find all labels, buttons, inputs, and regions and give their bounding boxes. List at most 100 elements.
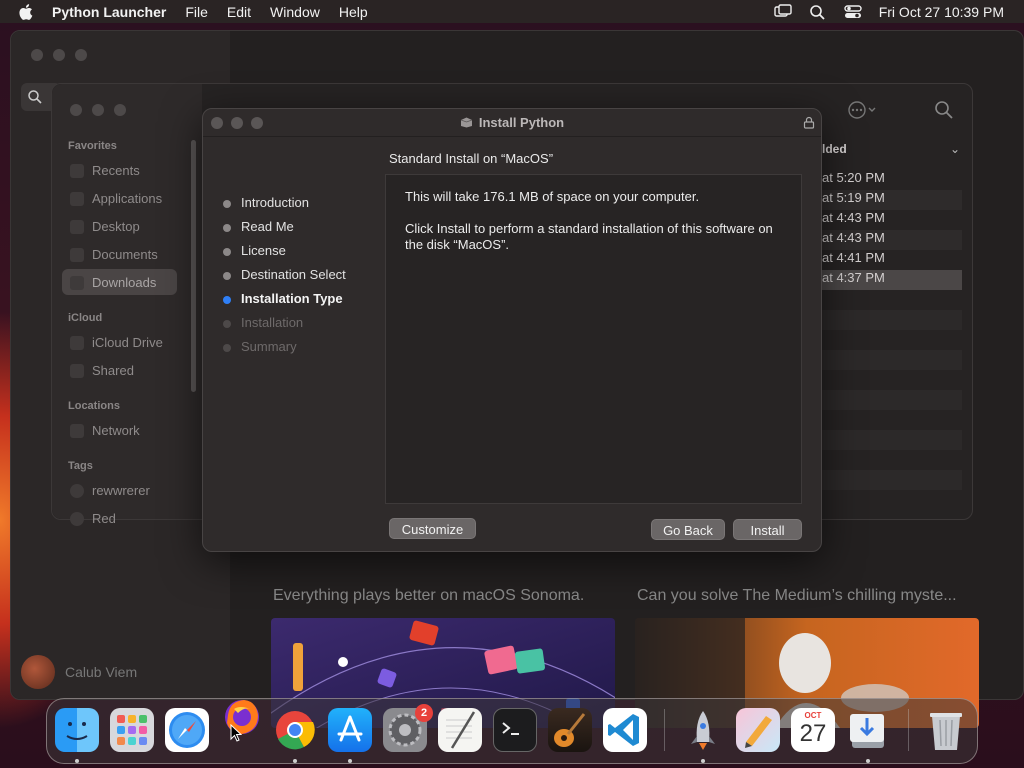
sidebar-item-tag-rewwrerer[interactable]: rewwrerer <box>70 483 150 498</box>
app-store-dock-icon[interactable] <box>328 708 372 752</box>
sidebar-item-documents[interactable]: Documents <box>70 247 158 262</box>
lock-icon[interactable] <box>803 116 815 129</box>
downloads-icon <box>70 276 84 290</box>
menu-help[interactable]: Help <box>339 4 368 20</box>
textedit-icon <box>446 711 476 749</box>
file-row-selected[interactable]: at 4:37 PM <box>822 270 962 290</box>
calendar-month: OCT <box>804 711 822 720</box>
sidebar-item-label: Downloads <box>92 275 157 290</box>
step-bullet <box>223 272 231 280</box>
sidebar-item-network[interactable]: Network <box>70 423 140 438</box>
mouse-cursor-icon <box>230 724 242 742</box>
zoom-button[interactable] <box>75 49 87 61</box>
sidebar-section-favorites: Favorites <box>68 140 117 152</box>
terminal-icon <box>502 722 519 735</box>
sidebar-item-recents[interactable]: Recents <box>70 163 140 178</box>
installer-title-text: Install Python <box>478 115 565 130</box>
sidebar-item-downloads[interactable]: Downloads <box>70 275 157 290</box>
step-label: License <box>241 243 286 258</box>
close-button[interactable] <box>70 104 82 116</box>
empty-row <box>822 430 962 450</box>
close-button[interactable] <box>31 49 43 61</box>
launchpad-dock-icon[interactable] <box>110 708 154 752</box>
running-indicator <box>866 759 870 763</box>
empty-row <box>822 470 962 490</box>
vscode-icon <box>608 714 639 746</box>
sidebar-section-locations: Locations <box>68 400 120 412</box>
step-label: Installation <box>241 315 304 330</box>
launchpad-grid-icon <box>117 715 147 745</box>
file-row[interactable]: at 5:20 PM <box>822 170 962 190</box>
terminal-dock-icon[interactable] <box>493 708 537 752</box>
file-row[interactable]: at 5:19 PM <box>822 190 962 210</box>
garageband-dock-icon[interactable] <box>548 708 592 752</box>
step-bullet-active <box>223 296 231 304</box>
customize-button[interactable]: Customize <box>389 518 476 539</box>
sidebar-item-label: Red <box>92 511 116 526</box>
calendar-day: 27 <box>799 720 827 747</box>
file-row[interactable]: at 4:43 PM <box>822 230 962 250</box>
chrome-icon <box>276 711 315 750</box>
control-center-icon[interactable] <box>844 4 862 20</box>
store-caption-sonoma[interactable]: Everything plays better on macOS Sonoma. <box>273 587 584 605</box>
menu-window[interactable]: Window <box>270 4 320 20</box>
sidebar-section-icloud: iCloud <box>68 312 103 324</box>
compass-icon <box>169 712 205 748</box>
screen-mirroring-icon[interactable] <box>774 3 792 20</box>
finder-dock-icon[interactable] <box>55 708 99 752</box>
calendar-dock-icon[interactable]: OCT 27 <box>791 708 835 752</box>
step-installation-type: Installation Type <box>223 291 346 315</box>
sidebar-item-applications[interactable]: Applications <box>70 191 162 206</box>
sidebar-item-label: rewwrerer <box>92 483 150 498</box>
file-row[interactable]: at 4:43 PM <box>822 210 962 230</box>
minimize-button[interactable] <box>92 104 104 116</box>
sidebar-item-label: Desktop <box>92 219 140 234</box>
safari-dock-icon[interactable] <box>165 708 209 752</box>
sidebar-item-label: Shared <box>92 363 134 378</box>
sidebar-item-desktop[interactable]: Desktop <box>70 219 140 234</box>
minimize-button[interactable] <box>53 49 65 61</box>
sidebar-item-shared[interactable]: Shared <box>70 363 134 378</box>
vscode-dock-icon[interactable] <box>603 708 647 752</box>
dock: 2 OCT 27 <box>46 698 978 764</box>
file-date: at 4:37 PM <box>822 270 885 285</box>
install-button[interactable]: Install <box>733 519 802 540</box>
sidebar-item-tag-red[interactable]: Red <box>70 511 116 526</box>
menu-bar-clock[interactable]: Fri Oct 27 10:39 PM <box>879 4 1004 20</box>
textedit-dock-icon[interactable] <box>438 708 482 752</box>
space-required-text: This will take 176.1 MB of space on your… <box>405 189 700 204</box>
chrome-dock-icon[interactable] <box>273 708 317 752</box>
file-row[interactable]: at 4:41 PM <box>822 250 962 270</box>
tag-icon <box>70 484 84 498</box>
zoom-button[interactable] <box>114 104 126 116</box>
sidebar-item-icloud-drive[interactable]: iCloud Drive <box>70 335 163 350</box>
rocket-typist-dock-icon[interactable] <box>681 708 725 752</box>
apple-menu-icon[interactable] <box>18 3 36 21</box>
more-actions-icon[interactable] <box>847 100 877 120</box>
firefox-dock-icon[interactable] <box>220 695 264 739</box>
user-account[interactable]: Calub Viem <box>21 655 137 689</box>
menu-app-name[interactable]: Python Launcher <box>52 4 166 20</box>
pages-icon <box>745 716 772 748</box>
search-icon[interactable] <box>809 4 827 20</box>
pages-dock-icon[interactable] <box>736 708 780 752</box>
search-icon[interactable] <box>934 100 954 120</box>
sidebar-scrollbar[interactable] <box>191 140 196 392</box>
finder-face-icon <box>66 722 88 740</box>
sidebar-item-label: Network <box>92 423 140 438</box>
go-back-button[interactable]: Go Back <box>651 519 725 540</box>
firefox-icon <box>225 700 259 734</box>
dock-separator <box>908 709 909 751</box>
step-bullet <box>223 200 231 208</box>
step-bullet <box>223 320 231 328</box>
store-caption-medium[interactable]: Can you solve The Medium’s chilling myst… <box>637 587 957 605</box>
menu-edit[interactable]: Edit <box>227 4 251 20</box>
step-label: Introduction <box>241 195 309 210</box>
downloads-stack-dock-icon[interactable] <box>846 708 890 752</box>
column-header-date-added[interactable]: lded ⌄ <box>822 142 972 160</box>
shared-folder-icon <box>70 364 84 378</box>
menu-file[interactable]: File <box>185 4 208 20</box>
system-settings-dock-icon[interactable]: 2 <box>383 704 433 752</box>
trash-dock-icon[interactable] <box>924 708 968 752</box>
step-bullet <box>223 344 231 352</box>
